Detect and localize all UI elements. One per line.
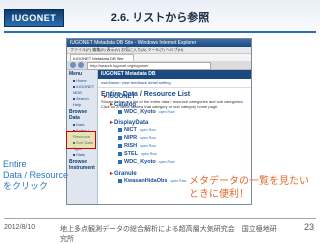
folder-icon (118, 151, 122, 156)
entire-resource-highlight (66, 131, 96, 149)
site-header: IUGONET Metadata DB (98, 70, 251, 79)
tree-leaf-rish[interactable]: RISH open Row (118, 143, 156, 149)
folder-icon (118, 135, 122, 140)
browser-titlebar: IUGONET Metadata DB Site - Windows Inter… (67, 39, 251, 47)
tree-node-granule[interactable]: ▸Granule (110, 170, 137, 177)
bullet-icon (73, 123, 75, 126)
sidebar-heading-browse-data: Browse Data (69, 109, 88, 121)
browser-menubar[interactable]: ファイル(F) 編集(E) 表示(V) お気に入り(A) ツール(T) ヘルプ(… (67, 47, 251, 54)
tree-node-displaydata[interactable]: ▸DisplayData (110, 119, 148, 126)
footer-date: 2012/8/10 (4, 224, 36, 231)
bullet-icon (73, 153, 75, 156)
bullet-icon (73, 97, 75, 100)
bullet-icon (73, 79, 75, 82)
title-divider (4, 31, 316, 33)
bullet-icon (73, 85, 75, 88)
browser-toolbar: http://search.iugonet.org/iugonet/ (67, 61, 251, 70)
annotation-click-entire: Entire Data / Resource をクリック (3, 159, 73, 192)
annotation-useful-text: メタデータの一覧を見たい ときに便利！ (189, 176, 309, 200)
footer-divider (4, 218, 316, 219)
sidebar-heading-menu: Menu (69, 71, 83, 77)
tree-leaf-wdc-kyoto-catalog[interactable]: WDC_Kyoto open Row (118, 109, 175, 115)
annotation-click-entire-text: Entire Data / Resource をクリック (3, 159, 69, 191)
site-user-links[interactable]: userName: view feedback detail setting (98, 79, 251, 88)
slide-title: 2.6. リストから参照 (110, 12, 210, 24)
back-icon[interactable] (70, 62, 76, 68)
tree-leaf-wdc-kyoto-display[interactable]: WDC_Kyoto open Row (118, 159, 175, 165)
annotation-useful: メタデータの一覧を見たい ときに便利！ (189, 175, 319, 201)
page-number: 23 (303, 222, 314, 232)
forward-icon[interactable] (78, 62, 84, 68)
tree-leaf-nipr[interactable]: NIPR open Row (118, 135, 156, 141)
tree-leaf-nict[interactable]: NICT open Row (118, 127, 156, 133)
tree-leaf-kwasanhidaobs[interactable]: KwasanHidaObs open Row (118, 178, 186, 184)
address-bar[interactable]: http://search.iugonet.org/iugonet/ (87, 62, 211, 70)
folder-icon (118, 178, 122, 183)
folder-icon (118, 143, 122, 148)
folder-icon (118, 127, 122, 132)
sidebar-item-search-help[interactable]: Search Help (67, 96, 97, 108)
tree-leaf-stel[interactable]: STEL open Row (118, 151, 157, 157)
tree-node-iugonet[interactable]: ▸IUGONET (104, 93, 135, 100)
sidebar-item-iugonet-mdb[interactable]: IUGONET MDB (67, 84, 97, 96)
footer-organization: 地上多点観測データの総合解析による超高層大気研究会 国立極地研究所 (60, 226, 277, 243)
tree-node-catalog[interactable]: ▸Catalog (110, 101, 136, 108)
folder-icon (118, 109, 122, 114)
folder-icon (118, 159, 122, 164)
